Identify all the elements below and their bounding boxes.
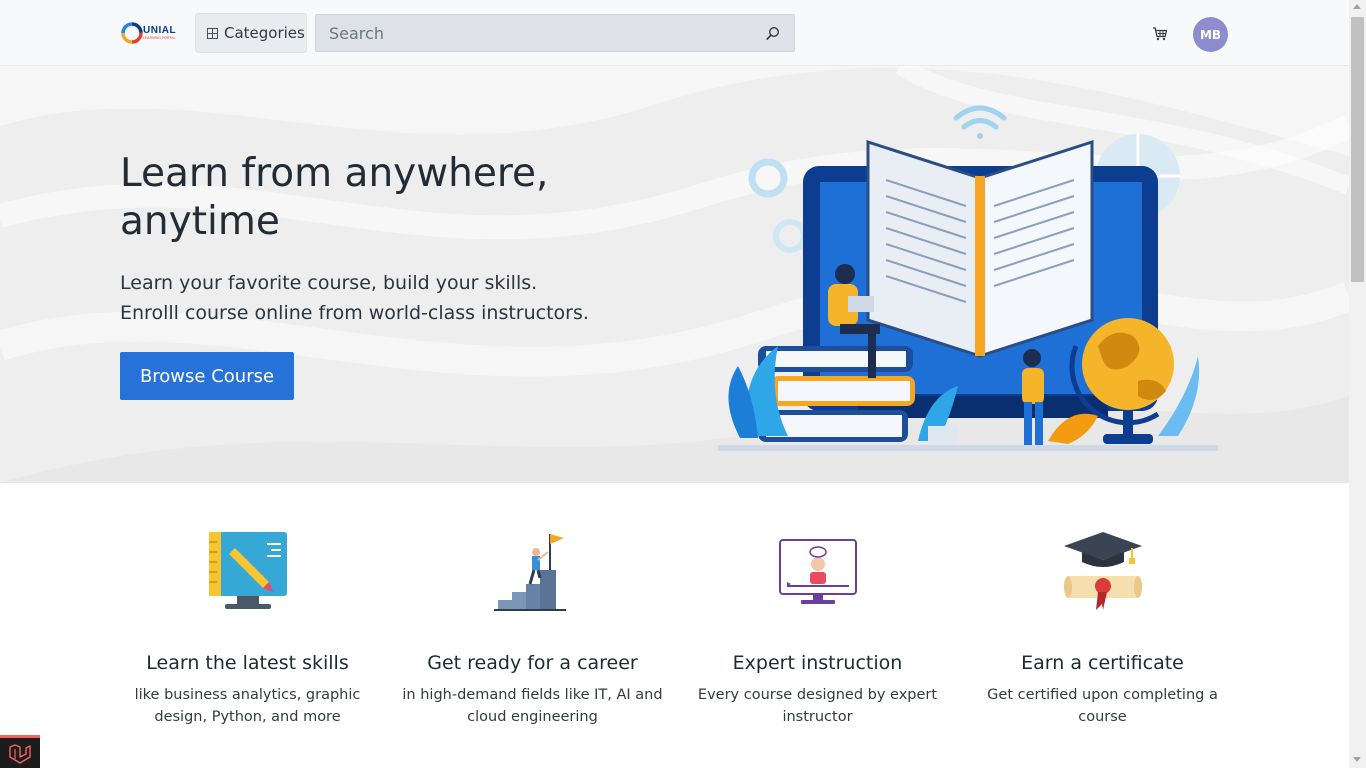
logo-subtext: LEARNING PORTAL xyxy=(143,36,176,40)
search-box xyxy=(315,14,795,52)
hero-subtitle-line-1: Learn your favorite course, build your s… xyxy=(120,272,538,294)
laravel-icon xyxy=(9,744,31,764)
grid-icon xyxy=(207,27,218,39)
feature-text: in high-demand fields like IT, AI and cl… xyxy=(402,687,663,725)
feature-career: Get ready for a career in high-demand fi… xyxy=(390,530,675,728)
hero-subtitle-line-2: Enrolll course online from world-class i… xyxy=(120,302,589,324)
hero-section: Learn from anywhere, anytime Learn your … xyxy=(0,66,1349,483)
user-avatar[interactable]: MB xyxy=(1193,17,1228,52)
hero-title: Learn from anywhere, anytime xyxy=(120,151,549,244)
feature-expert-instruction: Expert instruction Every course designed… xyxy=(675,530,960,728)
feature-text: Every course designed by expert instruct… xyxy=(697,687,938,725)
categories-button[interactable]: Categories xyxy=(195,13,307,53)
search-input[interactable] xyxy=(316,15,756,51)
feature-learn-skills: Learn the latest skills like business an… xyxy=(105,530,390,728)
scroll-down-arrow-icon[interactable] xyxy=(1353,757,1361,762)
feature-title: Learn the latest skills xyxy=(146,652,349,674)
feature-text: like business analytics, graphic design,… xyxy=(134,687,361,725)
instructor-video-icon xyxy=(778,539,857,604)
wifi-icon xyxy=(953,105,1007,139)
categories-label: Categories xyxy=(224,24,305,42)
hero-subtitle: Learn your favorite course, build your s… xyxy=(120,268,640,328)
design-monitor-icon xyxy=(208,532,287,609)
feature-title: Get ready for a career xyxy=(427,652,638,674)
feature-certificate: Earn a certificate Get certified upon co… xyxy=(960,530,1245,728)
scrollbar-thumb[interactable] xyxy=(1351,17,1364,282)
learning-illustration-icon xyxy=(718,105,1218,451)
career-flag-icon xyxy=(493,534,566,611)
feature-title: Expert instruction xyxy=(732,652,903,674)
logo-mark-icon xyxy=(121,22,143,44)
page-scrollbar[interactable] xyxy=(1349,0,1366,768)
site-logo[interactable]: UNIAL LEARNING PORTAL xyxy=(121,20,177,46)
search-icon[interactable] xyxy=(766,26,780,40)
logo-text: UNIAL xyxy=(143,25,177,36)
graduation-cap-icon xyxy=(1063,532,1142,610)
feature-title: Earn a certificate xyxy=(1021,652,1184,674)
scroll-up-arrow-icon[interactable] xyxy=(1353,4,1361,9)
cart-icon[interactable] xyxy=(1152,26,1168,42)
top-navbar: UNIAL LEARNING PORTAL Categories MB xyxy=(0,0,1349,66)
feature-text: Get certified upon completing a course xyxy=(987,687,1218,725)
browse-course-button[interactable]: Browse Course xyxy=(120,352,294,400)
debugbar-toggle[interactable] xyxy=(0,735,40,768)
